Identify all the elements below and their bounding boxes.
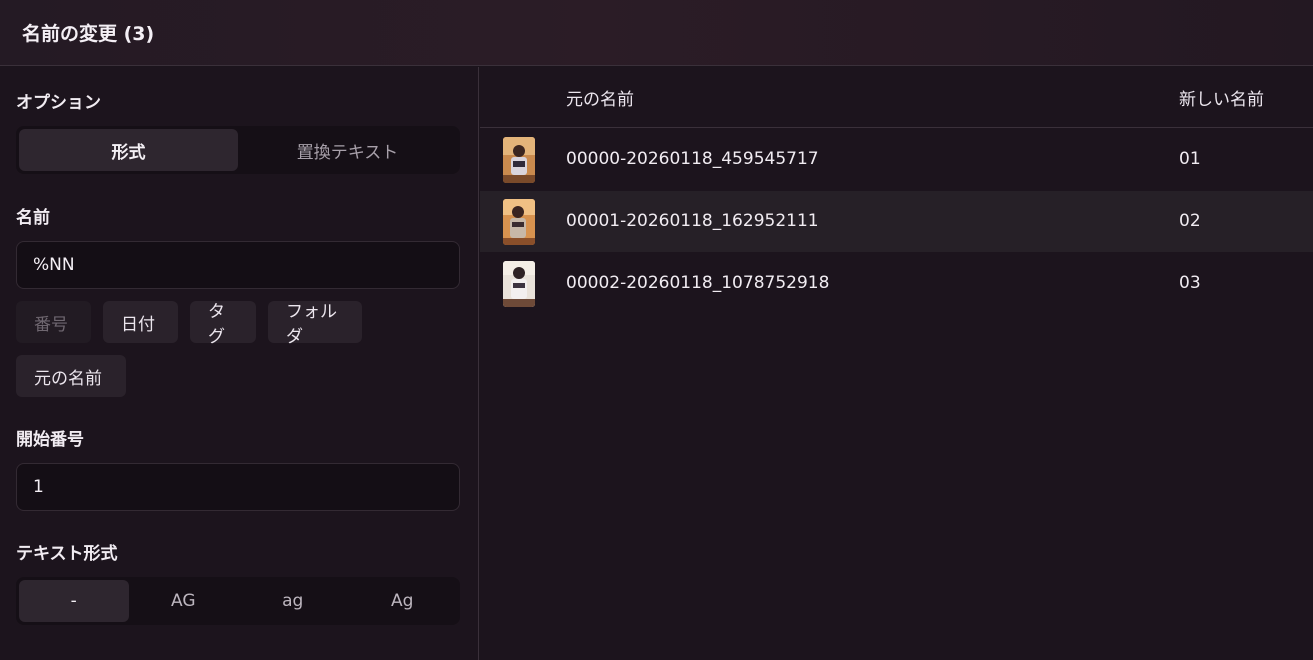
original-name-cell: 00000-20260118_459545717 <box>566 149 819 169</box>
dialog-header: 名前の変更 (3) <box>0 0 1313 66</box>
dialog-title: 名前の変更 (3) <box>22 23 155 45</box>
new-name-cell: 02 <box>1179 211 1201 231</box>
options-mode-toggle: 形式 置換テキスト <box>16 126 460 174</box>
table-row[interactable]: 00000-20260118_459545717 01 <box>480 129 1313 190</box>
table-header: 元の名前 新しい名前 <box>480 67 1313 128</box>
table-row[interactable]: 00001-20260118_162952111 02 <box>480 191 1313 252</box>
token-folder-button[interactable]: フォルダ <box>268 301 362 347</box>
options-label: オプション <box>16 93 101 113</box>
table-row[interactable]: 00002-20260118_1078752918 03 <box>480 253 1313 314</box>
image-thumbnail-icon <box>503 199 535 245</box>
options-panel: オプション 形式 置換テキスト 名前 %NN 番号 日付 タグ フォルダ 元の名… <box>0 67 479 660</box>
name-label: 名前 <box>16 208 50 228</box>
token-date-button[interactable]: 日付 <box>103 301 178 343</box>
text-format-lower[interactable]: ag <box>238 580 348 622</box>
token-original-name-button[interactable]: 元の名前 <box>16 355 126 397</box>
text-format-toggle: - AG ag Ag <box>16 577 460 625</box>
text-format-upper[interactable]: AG <box>129 580 239 622</box>
original-name-cell: 00002-20260118_1078752918 <box>566 273 830 293</box>
new-name-cell: 01 <box>1179 149 1201 169</box>
token-tag-button[interactable]: タグ <box>190 301 256 347</box>
original-name-cell: 00001-20260118_162952111 <box>566 211 819 231</box>
rename-preview-table: 元の名前 新しい名前 00000-20260118_459545717 01 0… <box>480 67 1313 660</box>
start-number-input[interactable]: 1 <box>16 463 460 511</box>
start-number-label: 開始番号 <box>16 430 84 450</box>
name-pattern-input[interactable]: %NN <box>16 241 460 289</box>
image-thumbnail-icon <box>503 137 535 183</box>
token-number-button[interactable]: 番号 <box>16 301 91 343</box>
tab-format[interactable]: 形式 <box>19 129 238 171</box>
text-format-capitalize[interactable]: Ag <box>348 580 458 622</box>
tab-replace-text[interactable]: 置換テキスト <box>238 129 457 171</box>
text-format-label: テキスト形式 <box>16 544 118 564</box>
image-thumbnail-icon <box>503 261 535 307</box>
text-format-none[interactable]: - <box>19 580 129 622</box>
column-header-original: 元の名前 <box>566 90 634 110</box>
new-name-cell: 03 <box>1179 273 1201 293</box>
column-header-new: 新しい名前 <box>1179 90 1264 110</box>
